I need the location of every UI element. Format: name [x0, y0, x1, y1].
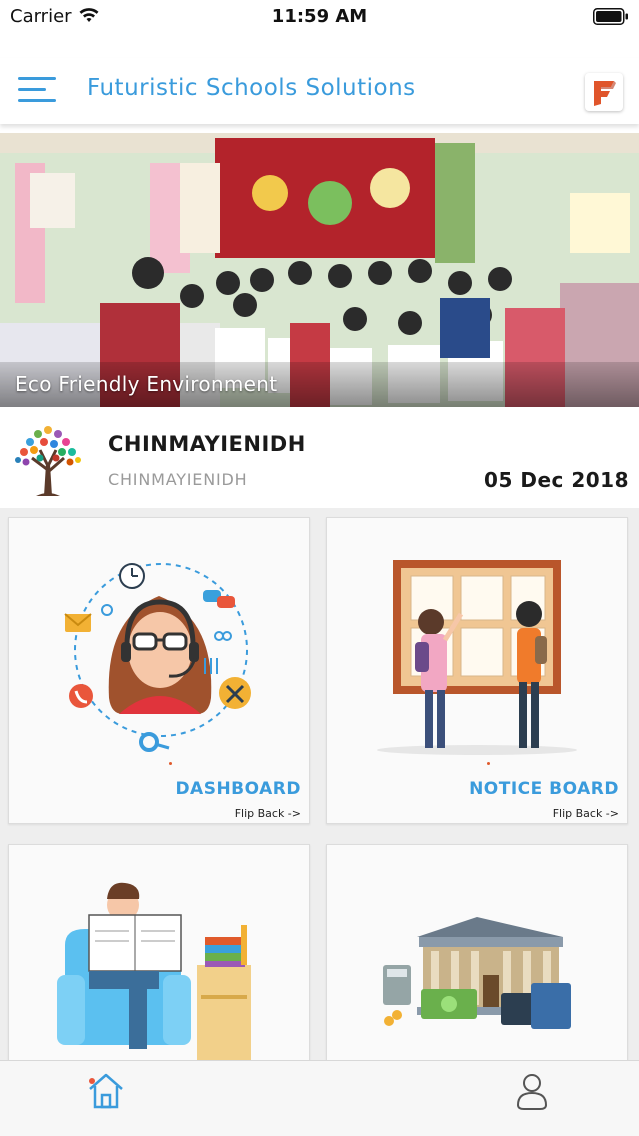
- reading-newspaper-icon: [57, 882, 251, 1060]
- notice-board-label: NOTICE BOARD: [469, 779, 619, 799]
- bank-fees-icon: [383, 917, 571, 1029]
- news-card[interactable]: [8, 844, 310, 1060]
- tree-avatar-icon: [15, 426, 81, 496]
- notice-board-flip-back[interactable]: Flip Back ->: [553, 807, 619, 820]
- card-indicator-dot: [169, 762, 172, 765]
- profile-date: 05 Dec 2018: [484, 468, 629, 492]
- home-icon[interactable]: [86, 1069, 126, 1111]
- battery-icon: [593, 8, 628, 25]
- card-indicator-dot: [487, 762, 490, 765]
- status-bar: Carrier 11:59 AM: [0, 0, 639, 34]
- profile-name: CHINMAYIENIDH: [108, 432, 306, 456]
- dashboard-flip-back[interactable]: Flip Back ->: [235, 807, 301, 820]
- profile-subtitle: CHINMAYIENIDH: [108, 470, 248, 489]
- banner-caption: Eco Friendly Environment: [15, 372, 278, 396]
- bottom-tab-bar: [0, 1060, 639, 1136]
- profile-section: CHINMAYIENIDH CHINMAYIENIDH 05 Dec 2018: [0, 408, 639, 508]
- feature-grid: DASHBOARD Flip Back -> NOTICE BOARD Flip…: [0, 508, 639, 1060]
- user-profile-icon[interactable]: [512, 1069, 552, 1111]
- support-agent-icon: [64, 563, 251, 752]
- school-logo-icon[interactable]: [585, 73, 623, 111]
- notice-board-icon: [377, 560, 577, 755]
- fees-card[interactable]: [326, 844, 628, 1060]
- notice-board-card[interactable]: NOTICE BOARD Flip Back ->: [326, 517, 628, 824]
- dashboard-label: DASHBOARD: [175, 779, 301, 799]
- hamburger-menu-icon[interactable]: [18, 77, 58, 107]
- app-header: Futuristic Schools Solutions: [0, 58, 639, 124]
- app-title: Futuristic Schools Solutions: [87, 75, 416, 101]
- status-time: 11:59 AM: [271, 6, 368, 27]
- dashboard-card[interactable]: DASHBOARD Flip Back ->: [8, 517, 310, 824]
